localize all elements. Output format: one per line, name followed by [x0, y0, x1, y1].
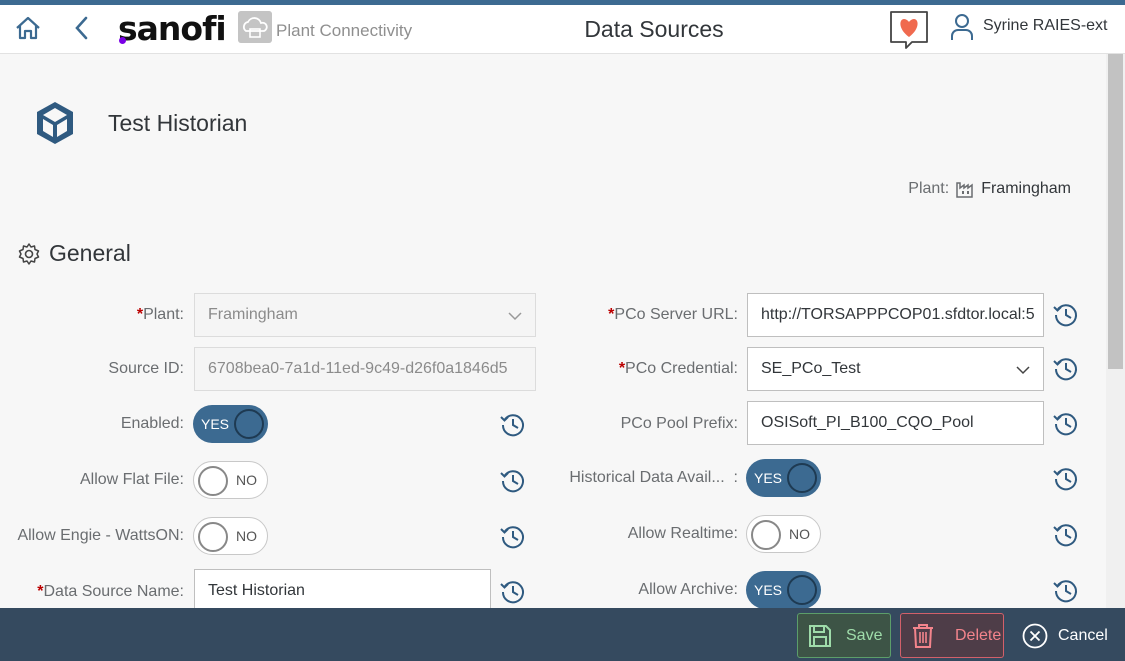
pco-credential-select[interactable]: SE_PCo_Test [747, 347, 1044, 391]
save-icon [809, 624, 831, 647]
allow-archive-switch[interactable]: YES [746, 571, 821, 608]
allow-flat-file-label: Allow Flat File: [79, 471, 184, 488]
historical-data-switch-text: YES [754, 470, 783, 486]
object-page-content: Test Historian Plant: Framingham General… [0, 54, 1106, 608]
pco-server-url-label: *PCo Server URL: [608, 306, 738, 324]
pco-credential-label: *PCo Credential: [619, 360, 738, 378]
pco-credential-label-text: PCo Credential: [625, 360, 738, 377]
cancel-button-label: Cancel [1058, 626, 1108, 644]
data-source-name-input[interactable]: Test Historian [194, 569, 491, 608]
factory-icon [956, 182, 973, 198]
history-icon[interactable] [499, 523, 527, 551]
plant-info-value: Framingham [981, 180, 1071, 197]
allow-flat-file-switch[interactable]: NO [193, 461, 268, 499]
delete-button[interactable]: Delete [900, 613, 1004, 658]
switch-knob [198, 466, 228, 496]
data-source-name-value: Test Historian [208, 582, 305, 599]
switch-knob [751, 520, 781, 550]
pco-pool-prefix-label: PCo Pool Prefix: [620, 415, 738, 432]
section-title: General [49, 240, 131, 266]
allow-realtime-label: Allow Realtime: [627, 525, 738, 542]
pco-server-url-input[interactable]: http://TORSAPPPCOP01.sfdtor.local:5 [747, 293, 1044, 337]
source-id-value: 6708bea0-7a1d-11ed-9c49-d26f0a1846d5 [208, 360, 508, 377]
historical-data-colon: : [733, 469, 738, 486]
pco-pool-prefix-value: OSISoft_PI_B100_CQO_Pool [761, 414, 974, 431]
plant-label: *Plant: [137, 306, 184, 324]
chevron-down-icon [1016, 366, 1030, 375]
pco-pool-prefix-input[interactable]: OSISoft_PI_B100_CQO_Pool [747, 401, 1044, 445]
gear-icon [18, 242, 40, 265]
historical-data-switch[interactable]: YES [746, 459, 821, 497]
enabled-label: Enabled: [120, 415, 184, 432]
plant-info-label: Plant: [908, 180, 950, 197]
plant-info: Plant: Framingham [908, 180, 1071, 198]
data-source-name-label: *Data Source Name: [37, 583, 184, 601]
data-source-name-label-text: Data Source Name: [43, 583, 184, 600]
footer-toolbar: Save Delete Cancel [0, 608, 1125, 661]
plant-label-text: Plant: [143, 306, 184, 323]
history-icon[interactable] [1052, 355, 1080, 383]
switch-knob [198, 522, 228, 552]
cancel-button[interactable]: Cancel [1020, 613, 1115, 658]
history-icon[interactable] [499, 578, 527, 606]
pco-server-url-value: http://TORSAPPPCOP01.sfdtor.local:5 [761, 306, 1035, 323]
historical-data-label: Historical Data Avail... : [569, 469, 738, 487]
chevron-down-icon [508, 312, 522, 321]
switch-knob [787, 575, 817, 605]
allow-archive-label: Allow Archive: [638, 581, 738, 598]
object-title: Test Historian [108, 110, 248, 136]
trash-icon [913, 623, 933, 648]
general-section-header: General [17, 240, 131, 267]
allow-flat-file-switch-text: NO [236, 472, 257, 488]
user-icon[interactable] [950, 13, 974, 41]
feedback-heart-icon[interactable] [888, 8, 930, 50]
switch-knob [787, 463, 817, 493]
source-id-label: Source ID: [108, 360, 184, 377]
save-button-label: Save [846, 626, 883, 644]
historical-data-label-text: Historical Data Avail... [569, 469, 725, 486]
allow-archive-switch-text: YES [754, 582, 783, 598]
save-button[interactable]: Save [797, 613, 891, 658]
vertical-scrollbar[interactable] [1106, 54, 1125, 608]
data-source-cube-icon [37, 102, 73, 144]
allow-realtime-switch-text: NO [789, 526, 810, 542]
enabled-switch[interactable]: YES [193, 405, 268, 443]
pco-server-url-label-text: PCo Server URL: [614, 306, 738, 323]
delete-button-label: Delete [955, 626, 1002, 644]
enabled-switch-text: YES [201, 416, 230, 432]
history-icon[interactable] [499, 411, 527, 439]
plant-select-value: Framingham [208, 306, 298, 323]
plant-select[interactable]: Framingham [194, 293, 536, 337]
scrollbar-thumb[interactable] [1108, 54, 1123, 369]
pco-credential-value: SE_PCo_Test [761, 360, 861, 377]
close-circle-icon [1022, 623, 1048, 648]
allow-engie-switch[interactable]: NO [193, 517, 268, 555]
switch-knob [234, 409, 264, 439]
history-icon[interactable] [1052, 465, 1080, 493]
history-icon[interactable] [499, 467, 527, 495]
allow-engie-label: Allow Engie - WattsON: [17, 527, 184, 544]
history-icon[interactable] [1052, 301, 1080, 329]
allow-realtime-switch[interactable]: NO [746, 515, 821, 553]
allow-engie-switch-text: NO [236, 528, 257, 544]
shell-header: sanofi Plant Connectivity Data Sources S… [0, 0, 1125, 54]
history-icon[interactable] [1052, 521, 1080, 549]
history-icon[interactable] [1052, 410, 1080, 438]
user-name[interactable]: Syrine RAIES-ext [983, 17, 1107, 35]
source-id-field: 6708bea0-7a1d-11ed-9c49-d26f0a1846d5 [194, 347, 536, 391]
history-icon[interactable] [1052, 577, 1080, 605]
